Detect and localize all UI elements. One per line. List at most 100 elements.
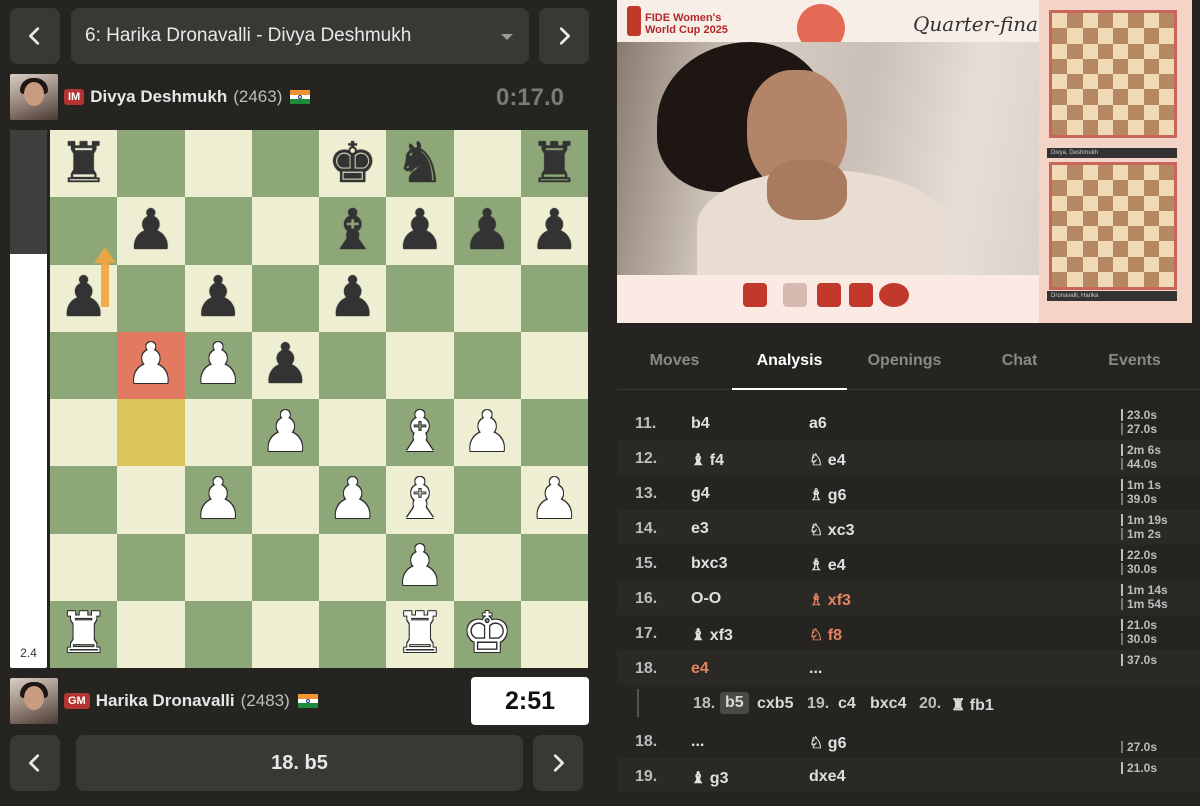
square-b3[interactable] <box>117 466 185 534</box>
square-d2[interactable] <box>251 533 319 601</box>
square-e4[interactable] <box>319 399 387 467</box>
variation-move[interactable]: c4 <box>838 695 856 713</box>
square-g7[interactable]: ♟ <box>453 197 521 265</box>
white-bishop-icon[interactable]: ♝ <box>395 404 445 461</box>
white-pawn-icon[interactable]: ♟ <box>193 471 243 528</box>
square-g1[interactable]: ♚ <box>453 600 521 668</box>
white-pawn-icon[interactable]: ♟ <box>395 539 445 595</box>
broadcast-video[interactable]: FIDE Women's World Cup 2025 Quarter-fina… <box>617 0 1192 323</box>
previous-game-button[interactable] <box>10 8 60 64</box>
square-a5[interactable] <box>50 331 118 399</box>
square-f8[interactable]: ♞ <box>386 130 454 198</box>
square-h2[interactable] <box>520 533 588 601</box>
player-name[interactable]: Divya Deshmukh <box>90 87 227 107</box>
white-move[interactable]: e4 <box>691 660 709 678</box>
square-e1[interactable] <box>319 600 387 668</box>
square-c7[interactable] <box>184 197 252 265</box>
variation-move[interactable]: cxb5 <box>757 695 793 713</box>
tab-events[interactable]: Events <box>1077 340 1192 389</box>
white-move[interactable]: g4 <box>691 485 710 503</box>
square-c4[interactable] <box>184 399 252 467</box>
white-move[interactable]: ♝ f4 <box>691 450 724 470</box>
square-e7[interactable]: ♝ <box>319 197 387 265</box>
square-d4[interactable]: ♟ <box>251 399 319 467</box>
black-bishop-icon[interactable]: ♝ <box>328 202 378 259</box>
white-move[interactable]: ♝ xf3 <box>691 625 733 645</box>
square-b1[interactable] <box>117 600 185 668</box>
square-f5[interactable] <box>386 331 454 399</box>
variation-move[interactable]: bxc4 <box>870 695 906 713</box>
white-pawn-icon[interactable]: ♟ <box>462 404 512 461</box>
square-a3[interactable] <box>50 466 118 534</box>
square-d6[interactable] <box>251 264 319 332</box>
tab-analysis[interactable]: Analysis <box>732 340 847 390</box>
black-pawn-icon[interactable]: ♟ <box>260 337 310 393</box>
game-select-dropdown[interactable]: 6: Harika Dronavalli - Divya Deshmukh <box>71 8 529 64</box>
current-move-button[interactable]: 18. b5 <box>76 735 523 791</box>
chess-board[interactable]: ♜ ♚ ♞ ♜ ♟ ♝ ♟ ♟ ♟ ♟ ♟ ♟ ♟ ♟ ♟ ♟ ♝ ♟ ♟ ♟ ♝ ♟ ♟ ♜ ♜ ♚ <box>50 130 588 668</box>
square-a8[interactable]: ♜ <box>50 130 118 198</box>
square-d1[interactable] <box>251 600 319 668</box>
square-e3[interactable]: ♟ <box>319 466 387 534</box>
next-move-button[interactable] <box>533 735 583 791</box>
square-g8[interactable] <box>453 130 521 198</box>
square-e6[interactable]: ♟ <box>319 264 387 332</box>
square-h1[interactable] <box>520 600 588 668</box>
white-pawn-icon[interactable]: ♟ <box>328 471 378 528</box>
white-pawn-icon[interactable]: ♟ <box>193 337 243 393</box>
black-move[interactable]: ♘ f8 <box>809 625 842 645</box>
square-c6[interactable]: ♟ <box>184 264 252 332</box>
square-e5[interactable] <box>319 331 387 399</box>
white-rook-icon[interactable]: ♜ <box>395 606 445 662</box>
square-c5[interactable]: ♟ <box>184 331 252 399</box>
square-c1[interactable] <box>184 600 252 668</box>
black-move[interactable]: ♘ g6 <box>809 733 846 753</box>
square-h6[interactable] <box>520 264 588 332</box>
square-a2[interactable] <box>50 533 118 601</box>
square-f7[interactable]: ♟ <box>386 197 454 265</box>
black-move[interactable]: ♗ g6 <box>809 485 846 505</box>
tab-chat[interactable]: Chat <box>962 340 1077 389</box>
square-b5[interactable]: ♟ <box>117 331 185 399</box>
black-knight-icon[interactable]: ♞ <box>395 135 445 192</box>
square-g2[interactable] <box>453 533 521 601</box>
black-pawn-icon[interactable]: ♟ <box>529 202 579 259</box>
square-d5[interactable]: ♟ <box>251 331 319 399</box>
black-pawn-icon[interactable]: ♟ <box>395 202 445 259</box>
black-move[interactable]: a6 <box>809 415 827 433</box>
white-move[interactable]: ... <box>691 733 704 751</box>
white-pawn-icon[interactable]: ♟ <box>529 471 579 528</box>
variation-move[interactable]: b5 <box>720 692 749 714</box>
square-f4[interactable]: ♝ <box>386 399 454 467</box>
square-b8[interactable] <box>117 130 185 198</box>
square-f6[interactable] <box>386 264 454 332</box>
square-a1[interactable]: ♜ <box>50 600 118 668</box>
square-c8[interactable] <box>184 130 252 198</box>
square-c3[interactable]: ♟ <box>184 466 252 534</box>
black-move[interactable]: ♘ xc3 <box>809 520 854 540</box>
white-rook-icon[interactable]: ♜ <box>59 606 109 662</box>
black-rook-icon[interactable]: ♜ <box>59 135 109 192</box>
black-move[interactable]: ♗ e4 <box>809 555 846 575</box>
square-h4[interactable] <box>520 399 588 467</box>
square-g6[interactable] <box>453 264 521 332</box>
variation-move[interactable]: ♜ fb1 <box>951 695 994 715</box>
square-e8[interactable]: ♚ <box>319 130 387 198</box>
square-c2[interactable] <box>184 533 252 601</box>
square-f1[interactable]: ♜ <box>386 600 454 668</box>
white-bishop-icon[interactable]: ♝ <box>395 471 445 528</box>
black-pawn-icon[interactable]: ♟ <box>462 202 512 259</box>
white-pawn-icon[interactable]: ♟ <box>260 404 310 461</box>
white-move[interactable]: bxc3 <box>691 555 727 573</box>
square-g3[interactable] <box>453 466 521 534</box>
black-move[interactable]: ♗ xf3 <box>809 590 851 610</box>
black-king-icon[interactable]: ♚ <box>328 135 378 192</box>
black-pawn-icon[interactable]: ♟ <box>126 202 176 259</box>
tab-openings[interactable]: Openings <box>847 340 962 389</box>
black-pawn-icon[interactable]: ♟ <box>193 270 243 326</box>
square-d7[interactable] <box>251 197 319 265</box>
square-h7[interactable]: ♟ <box>520 197 588 265</box>
white-pawn-icon[interactable]: ♟ <box>126 337 176 393</box>
white-move[interactable]: O-O <box>691 590 721 608</box>
square-g4[interactable]: ♟ <box>453 399 521 467</box>
